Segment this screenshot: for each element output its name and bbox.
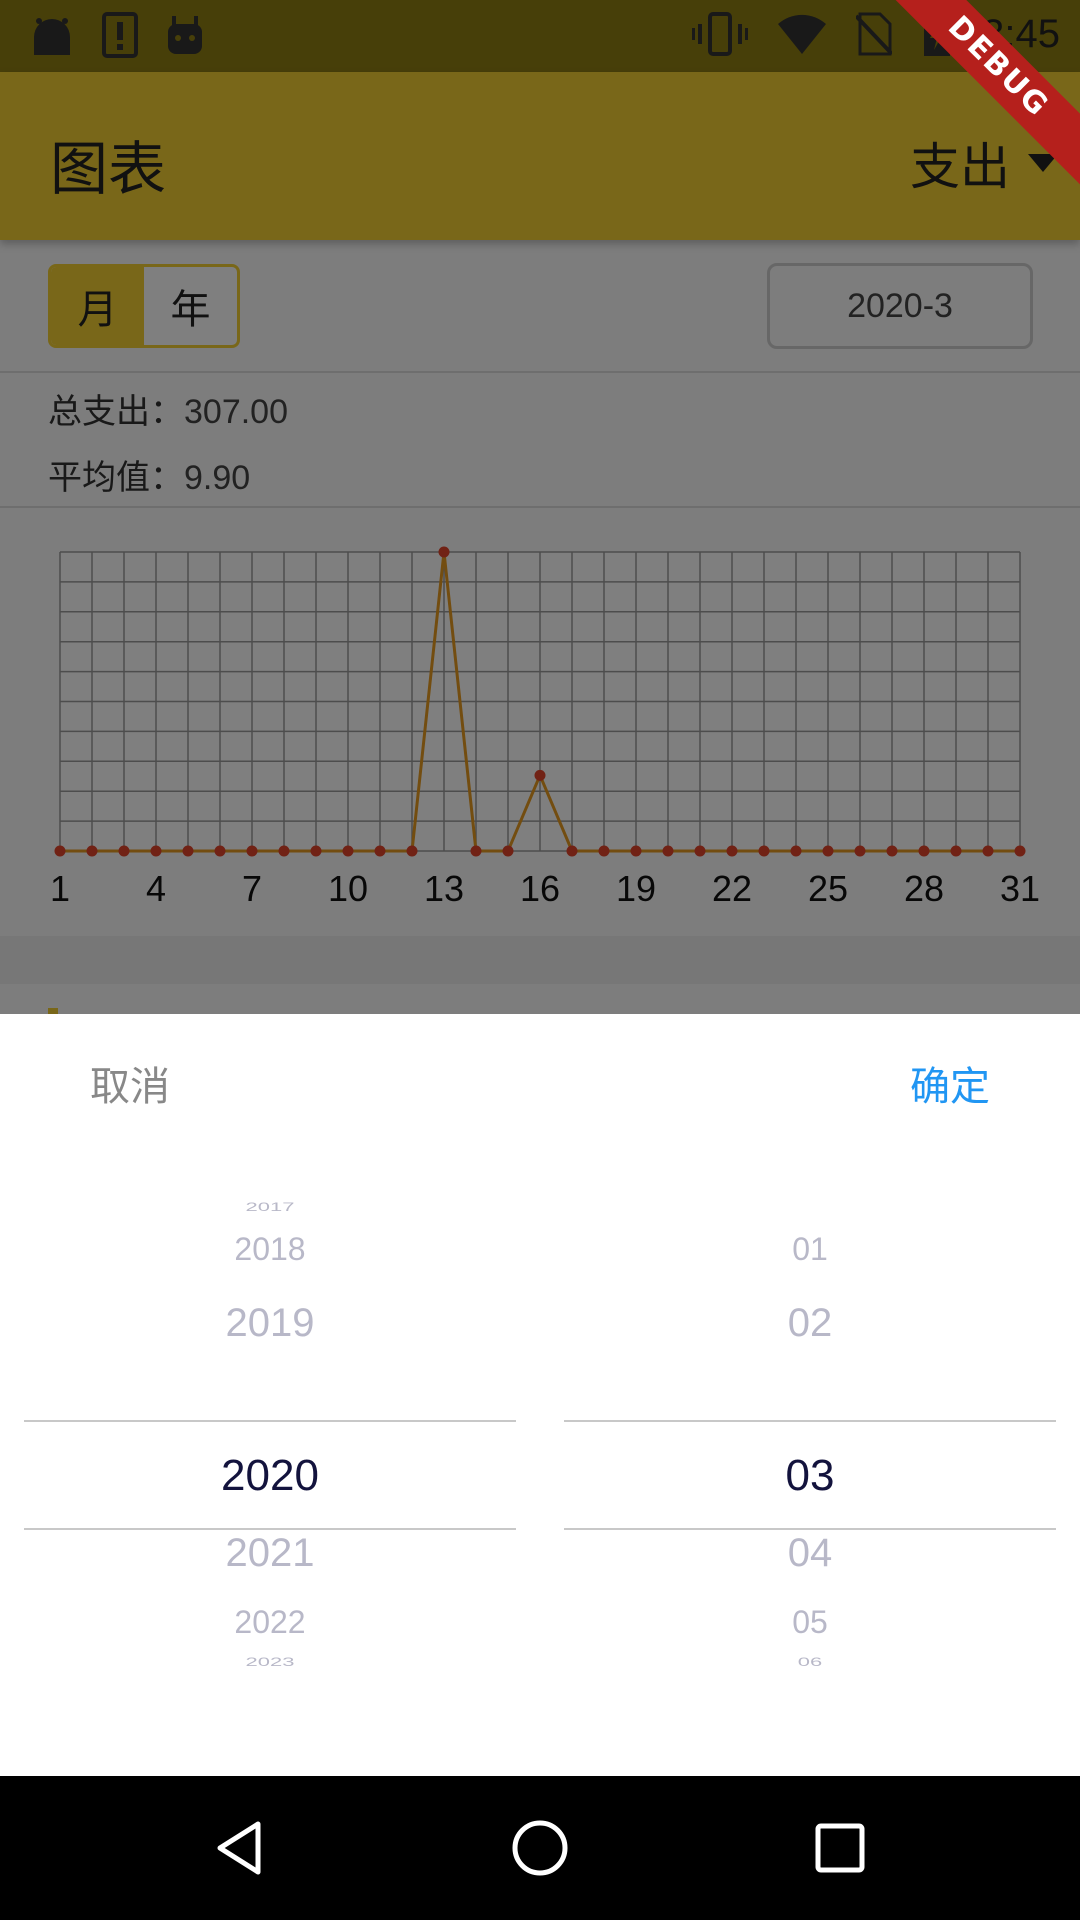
cancel-button[interactable]: 取消 xyxy=(90,1054,170,1112)
selection-line xyxy=(24,1528,516,1530)
month-wheel-item[interactable]: 06 xyxy=(564,1655,1056,1669)
month-wheel-item[interactable]: 05 xyxy=(564,1604,1056,1641)
confirm-button[interactable]: 确定 xyxy=(910,1054,990,1112)
month-wheel-item[interactable]: 02 xyxy=(564,1301,1056,1346)
modal-overlay[interactable] xyxy=(0,0,1080,1014)
year-wheel-item[interactable]: 2019 xyxy=(24,1301,516,1346)
year-wheel-item[interactable]: 2021 xyxy=(24,1531,516,1576)
date-picker-sheet: 取消 确定 2017 2018 2019 2020 2021 2022 2023 01 02 0… xyxy=(0,1014,1080,1776)
year-wheel-item[interactable]: 2017 xyxy=(24,1200,516,1214)
month-wheel[interactable]: 01 02 03 04 05 06 xyxy=(564,1189,1056,1719)
home-icon[interactable] xyxy=(508,1816,572,1880)
month-wheel-selected-item[interactable]: 03 xyxy=(564,1451,1056,1501)
selection-line xyxy=(24,1420,516,1422)
recents-icon[interactable] xyxy=(808,1816,872,1880)
system-nav-bar xyxy=(0,1776,1080,1920)
year-wheel-item[interactable]: 2018 xyxy=(24,1231,516,1268)
year-wheel-item[interactable]: 2023 xyxy=(24,1655,516,1669)
year-wheel-item[interactable]: 2022 xyxy=(24,1604,516,1641)
selection-line xyxy=(564,1420,1056,1422)
selection-line xyxy=(564,1528,1056,1530)
month-wheel-item[interactable]: 01 xyxy=(564,1231,1056,1268)
back-icon[interactable] xyxy=(208,1816,272,1880)
year-wheel[interactable]: 2017 2018 2019 2020 2021 2022 2023 xyxy=(24,1189,516,1719)
year-wheel-selected-item[interactable]: 2020 xyxy=(24,1451,516,1501)
month-wheel-item[interactable]: 04 xyxy=(564,1531,1056,1576)
